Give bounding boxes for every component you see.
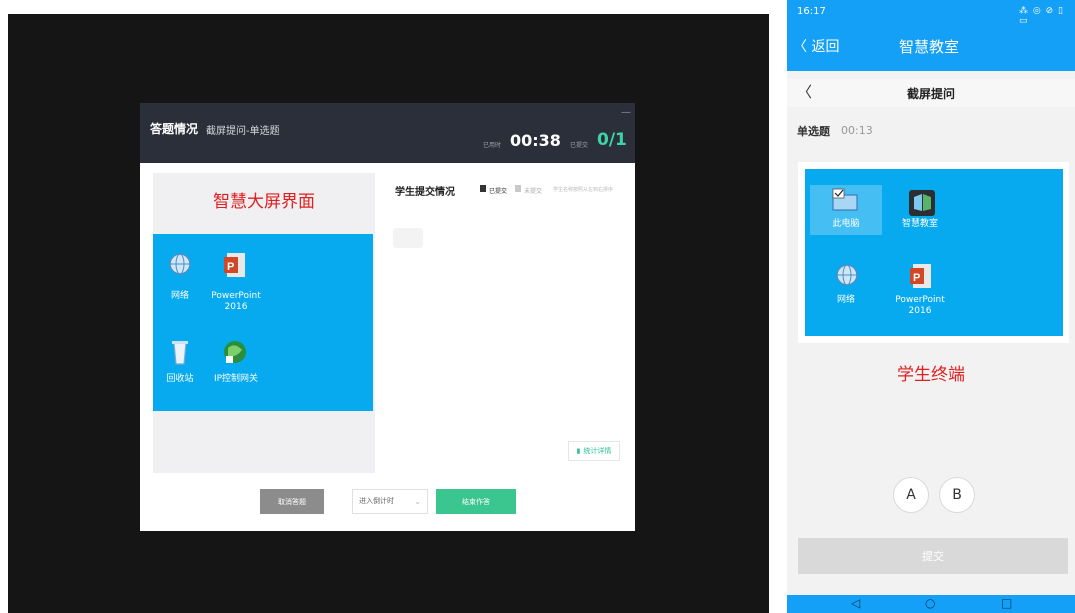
desktop-screenshot: 网络 P PowerPoint 2016 回收站 IP控制网关 xyxy=(153,234,373,411)
cancel-answer-button[interactable]: 取消答题 xyxy=(260,489,324,514)
dialog-header: 答题情况 截屏提问-单选题 — 已用时 00:38 已提交 0/1 xyxy=(140,103,635,163)
student-terminal-caption: 学生终端 xyxy=(897,365,965,385)
bar-chart-icon: ▮ xyxy=(576,447,581,455)
question-timer: 00:13 xyxy=(841,124,873,137)
nav-home-icon[interactable]: ○ xyxy=(925,596,935,610)
stats-details-button[interactable]: ▮ 统计详情 xyxy=(568,441,620,461)
end-answer-button[interactable]: 结束作答 xyxy=(436,489,516,514)
elapsed-timer: 00:38 xyxy=(510,131,561,150)
desktop-icon-label: 网络 xyxy=(836,295,855,305)
app-title: 智慧教室 xyxy=(899,38,960,56)
countdown-label: 进入倒计时 xyxy=(359,497,394,505)
ip-gateway-icon xyxy=(224,341,246,363)
sub-header: 截屏提问 〈 xyxy=(787,79,1075,107)
phone-body: 截屏提问 〈 单选题 00:13 此电脑 智慧教室 网络 P PowerPoin… xyxy=(787,71,1075,595)
network-icon xyxy=(169,253,191,275)
powerpoint-icon: P xyxy=(224,253,245,277)
submission-title: 学生提交情况 xyxy=(395,187,455,198)
unsubmitted-legend-swatch xyxy=(515,185,521,192)
svg-text:P: P xyxy=(913,272,920,284)
question-type: 单选题 xyxy=(797,125,830,138)
unsubmitted-legend: 未提交 xyxy=(524,188,543,195)
submitted-legend: 已提交 xyxy=(489,188,508,195)
desktop-icon-label: 智慧教室 xyxy=(901,219,938,229)
desktop-icon-label: PowerPoint 2016 xyxy=(895,295,945,316)
countdown-select[interactable]: 进入倒计时 ⌄ xyxy=(352,489,428,514)
recycle-bin-icon xyxy=(172,341,188,365)
desktop-icon-label: 此电脑 xyxy=(832,219,860,229)
desktop-icon-label: IP控制网关 xyxy=(213,374,259,384)
smart-classroom-icon xyxy=(909,190,935,216)
sort-hint: 学生名称按照从左到右排序 xyxy=(553,187,614,193)
submitted-label: 已提交 xyxy=(570,142,589,149)
nav-back-icon[interactable]: ◁ xyxy=(851,596,860,610)
student-placeholder xyxy=(393,228,423,248)
desktop-screenshot: 此电脑 智慧教室 网络 P PowerPoint 2016 xyxy=(805,169,1063,336)
option-b-button[interactable]: B xyxy=(939,477,975,513)
stats-details-label: 统计详情 xyxy=(583,447,612,455)
status-time: 16:17 xyxy=(797,6,826,17)
chevron-left-icon[interactable]: 〈 xyxy=(797,81,812,102)
dialog-subtitle: 截屏提问-单选题 xyxy=(206,126,280,137)
submitted-count: 0/1 xyxy=(597,130,627,150)
screenshot-panel: 智慧大屏界面 网络 P PowerPoint 2016 回收站 IP控制网关 xyxy=(153,173,375,473)
phone-header: 16:17 ⁂ ◎ ⊘ ▯ ▭ 〈 返回 智慧教室 xyxy=(787,0,1075,71)
answer-status-dialog: 答题情况 截屏提问-单选题 — 已用时 00:38 已提交 0/1 智慧大屏界面… xyxy=(140,103,635,531)
android-nav-bar: ◁ ○ □ xyxy=(787,595,1075,613)
back-button[interactable]: 〈 返回 xyxy=(793,36,839,56)
page-title: 截屏提问 xyxy=(906,87,955,101)
powerpoint-icon: P xyxy=(910,264,931,288)
status-icons: ⁂ ◎ ⊘ ▯ ▭ xyxy=(1019,6,1064,26)
chevron-down-icon: ⌄ xyxy=(414,497,421,506)
submitted-legend-swatch xyxy=(480,185,486,192)
network-icon xyxy=(836,264,858,286)
option-a-button[interactable]: A xyxy=(893,477,929,513)
dialog-title: 答题情况 xyxy=(150,122,199,136)
smart-screen-caption: 智慧大屏界面 xyxy=(213,192,315,212)
svg-text:P: P xyxy=(227,261,234,273)
desktop-icon-label: PowerPoint 2016 xyxy=(211,291,261,312)
submit-button[interactable]: 提交 xyxy=(798,538,1068,574)
minimize-button[interactable]: — xyxy=(621,107,631,118)
elapsed-label: 已用时 xyxy=(483,142,502,149)
this-pc-icon xyxy=(832,188,858,211)
screenshot-card: 此电脑 智慧教室 网络 P PowerPoint 2016 xyxy=(798,162,1069,343)
nav-recents-icon[interactable]: □ xyxy=(1001,596,1012,610)
